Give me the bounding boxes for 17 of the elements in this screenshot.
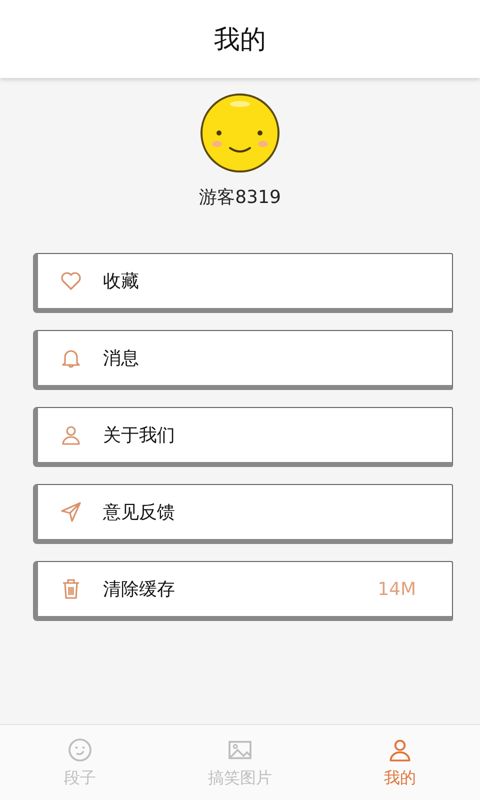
menu-label: 清除缓存 — [103, 578, 176, 601]
person-icon — [59, 423, 83, 447]
menu-item[interactable]: 清除缓存 14M — [33, 561, 453, 621]
heart-icon — [59, 269, 83, 293]
menu-label: 收藏 — [103, 270, 140, 293]
menu-item[interactable]: 收藏 — [33, 253, 453, 313]
face-icon — [66, 736, 94, 764]
menu-label: 消息 — [103, 347, 140, 370]
page-title: 我的 — [214, 24, 266, 56]
menu-item[interactable]: 关于我们 — [33, 407, 453, 467]
paper-plane-icon — [59, 500, 83, 524]
menu-label: 意见反馈 — [103, 501, 176, 524]
menu-item[interactable]: 意见反馈 — [33, 484, 453, 544]
menu-item[interactable]: 消息 — [33, 330, 453, 390]
username: 游客8319 — [199, 186, 281, 209]
cache-size: 14M — [378, 578, 416, 600]
menu-label: 关于我们 — [103, 424, 176, 447]
